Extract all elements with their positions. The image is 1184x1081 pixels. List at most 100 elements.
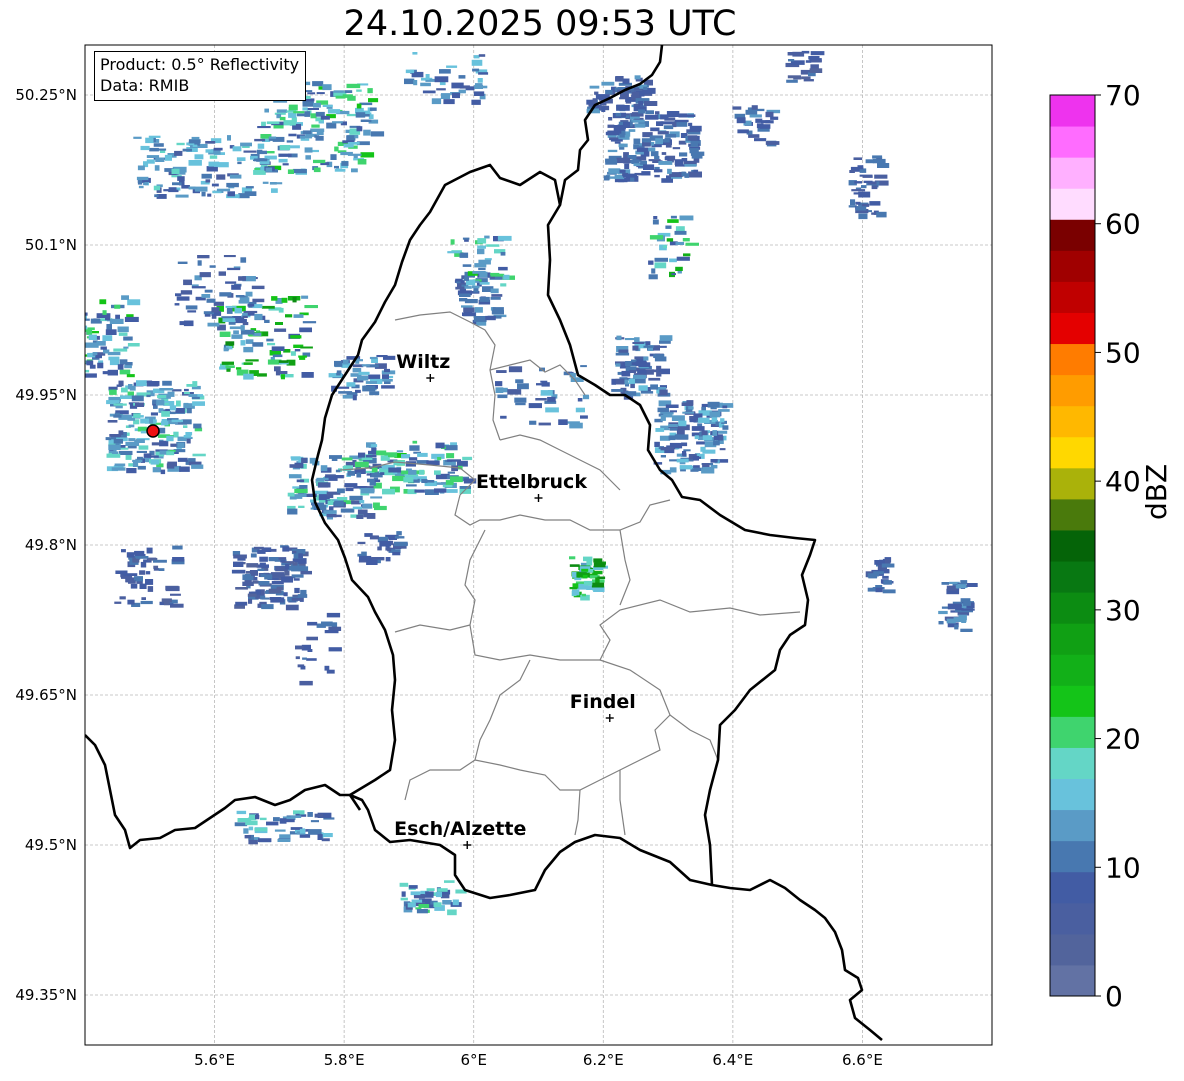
echo-pixel bbox=[689, 418, 697, 423]
echo-pixel bbox=[650, 127, 660, 132]
echo-pixel bbox=[245, 571, 250, 574]
echo-pixel bbox=[722, 405, 728, 409]
echo-pixel bbox=[462, 312, 476, 316]
echo-pixel bbox=[641, 171, 651, 176]
echo-pixel bbox=[181, 419, 192, 425]
echo-pixel bbox=[675, 266, 683, 271]
echo-pixel bbox=[167, 461, 177, 467]
echo-pixel bbox=[183, 279, 192, 286]
echo-pixel bbox=[399, 882, 409, 887]
echo-pixel bbox=[85, 342, 99, 348]
colorbar: 0 10 20 30 40 50 60 70 bbox=[1049, 79, 1141, 1013]
colorbar-segment bbox=[1050, 250, 1095, 282]
echo-pixel bbox=[685, 242, 699, 246]
echo-pixel bbox=[459, 252, 469, 258]
echo-pixel bbox=[653, 354, 665, 358]
echo-pixel bbox=[607, 130, 622, 136]
echo-pixel bbox=[268, 588, 282, 594]
echo-pixel bbox=[938, 610, 948, 615]
echo-pixel bbox=[165, 408, 171, 412]
echo-pixel bbox=[364, 385, 371, 390]
echo-pixel bbox=[461, 305, 473, 308]
echo-pixel bbox=[492, 307, 504, 311]
echo-pixel bbox=[306, 658, 317, 661]
echo-pixel bbox=[260, 595, 266, 600]
colorbar-tick-label: 0 bbox=[1105, 980, 1123, 1013]
echo-pixel bbox=[439, 69, 451, 74]
echo-pixel bbox=[688, 406, 694, 410]
city-label: Findel bbox=[570, 691, 636, 713]
echo-pixel bbox=[338, 391, 353, 394]
echo-pixel bbox=[674, 230, 687, 235]
echo-pixel bbox=[442, 900, 452, 905]
echo-pixel bbox=[707, 401, 720, 408]
echo-pixel bbox=[849, 170, 855, 173]
echo-pixel bbox=[381, 385, 395, 389]
echo-pixel bbox=[287, 505, 296, 509]
echo-pixel bbox=[877, 163, 890, 168]
echo-pixel bbox=[667, 219, 679, 223]
echo-pixel bbox=[459, 298, 468, 302]
echo-pixel bbox=[239, 297, 250, 303]
echo-pixel bbox=[754, 138, 767, 142]
echo-pixel bbox=[279, 116, 286, 121]
echo-pixel bbox=[737, 129, 749, 134]
echo-pixel bbox=[123, 346, 129, 349]
echo-pixel bbox=[664, 156, 670, 161]
echo-pixel bbox=[478, 54, 486, 57]
echo-pixel bbox=[221, 361, 234, 365]
echo-pixel bbox=[676, 429, 685, 436]
echo-pixel bbox=[376, 355, 388, 358]
echo-pixel bbox=[150, 412, 158, 416]
canton-boundary bbox=[599, 599, 801, 661]
echo-pixel bbox=[458, 75, 466, 79]
echo-pixel bbox=[128, 424, 135, 428]
echo-pixel bbox=[152, 467, 162, 473]
echo-pixel bbox=[872, 155, 883, 159]
echo-pixel bbox=[805, 60, 812, 63]
echo-pixel bbox=[251, 285, 265, 290]
echo-pixel bbox=[654, 174, 660, 178]
echo-pixel bbox=[404, 78, 415, 85]
echo-pixel bbox=[311, 124, 320, 128]
echo-pixel bbox=[292, 168, 307, 174]
echo-pixel bbox=[574, 577, 582, 581]
colorbar-segment bbox=[1050, 840, 1095, 873]
echo-pixel bbox=[292, 297, 297, 303]
lat-tick-label: 49.95°N bbox=[15, 386, 77, 404]
echo-pixel bbox=[234, 307, 242, 314]
germany-border bbox=[711, 878, 883, 1041]
echo-pixel bbox=[183, 425, 188, 428]
echo-pixel bbox=[536, 383, 547, 386]
echo-pixel bbox=[244, 835, 252, 839]
echo-pixel bbox=[146, 547, 153, 554]
echo-pixel bbox=[177, 442, 185, 449]
echo-pixel bbox=[631, 91, 640, 97]
echo-pixel bbox=[85, 333, 86, 336]
echo-pixel bbox=[463, 277, 469, 281]
echo-pixel bbox=[235, 601, 248, 606]
echo-pixel bbox=[301, 457, 308, 464]
echo-pixel bbox=[111, 467, 126, 471]
echo-pixel bbox=[294, 349, 301, 352]
colorbar-segment bbox=[1050, 498, 1095, 531]
echo-pixel bbox=[167, 391, 175, 397]
echo-pixel bbox=[191, 286, 206, 289]
echo-pixel bbox=[255, 815, 260, 820]
echo-pixel bbox=[380, 378, 393, 382]
colorbar-segment bbox=[1050, 467, 1095, 500]
echo-pixel bbox=[183, 435, 192, 438]
echo-pixel bbox=[111, 451, 119, 454]
echo-pixel bbox=[456, 281, 461, 284]
echo-pixel bbox=[619, 133, 625, 138]
echo-pixel bbox=[252, 342, 264, 347]
echo-pixel bbox=[624, 163, 630, 169]
echo-pixel bbox=[322, 84, 332, 91]
lat-tick-label: 49.5°N bbox=[25, 836, 77, 854]
echo-pixel bbox=[312, 81, 324, 87]
echo-pixel bbox=[317, 482, 331, 488]
echo-pixel bbox=[227, 191, 235, 197]
echo-pixel bbox=[160, 469, 166, 475]
echo-pixel bbox=[687, 132, 701, 135]
echo-pixel bbox=[490, 296, 501, 300]
